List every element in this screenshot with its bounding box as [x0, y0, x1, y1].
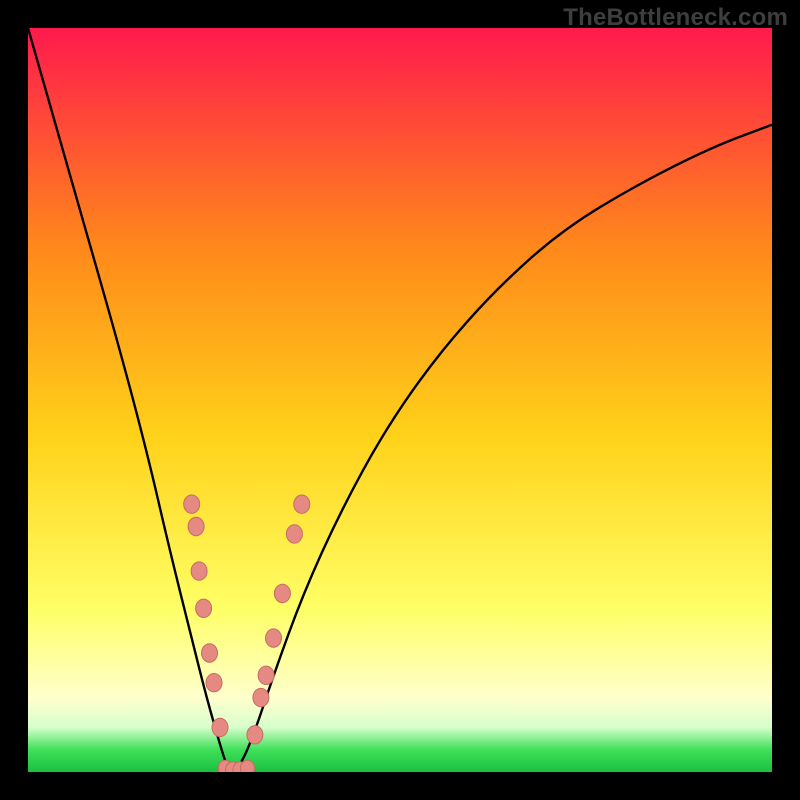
data-dot: [206, 674, 222, 692]
data-dot: [258, 666, 274, 684]
data-dot: [202, 644, 218, 662]
data-dot: [184, 495, 200, 513]
data-dot: [241, 760, 255, 772]
data-dot: [191, 562, 207, 580]
data-dot: [274, 584, 290, 602]
data-dot: [188, 517, 204, 535]
data-dot: [212, 718, 228, 736]
data-dot: [266, 629, 282, 647]
data-dot: [247, 726, 263, 744]
data-dot: [253, 688, 269, 706]
data-dot: [294, 495, 310, 513]
outer-black-border: TheBottleneck.com: [0, 0, 800, 800]
chart-svg: [28, 28, 772, 772]
plot-area: [28, 28, 772, 772]
data-dot: [196, 599, 212, 617]
gradient-background: [28, 28, 772, 772]
data-dot: [286, 525, 302, 543]
